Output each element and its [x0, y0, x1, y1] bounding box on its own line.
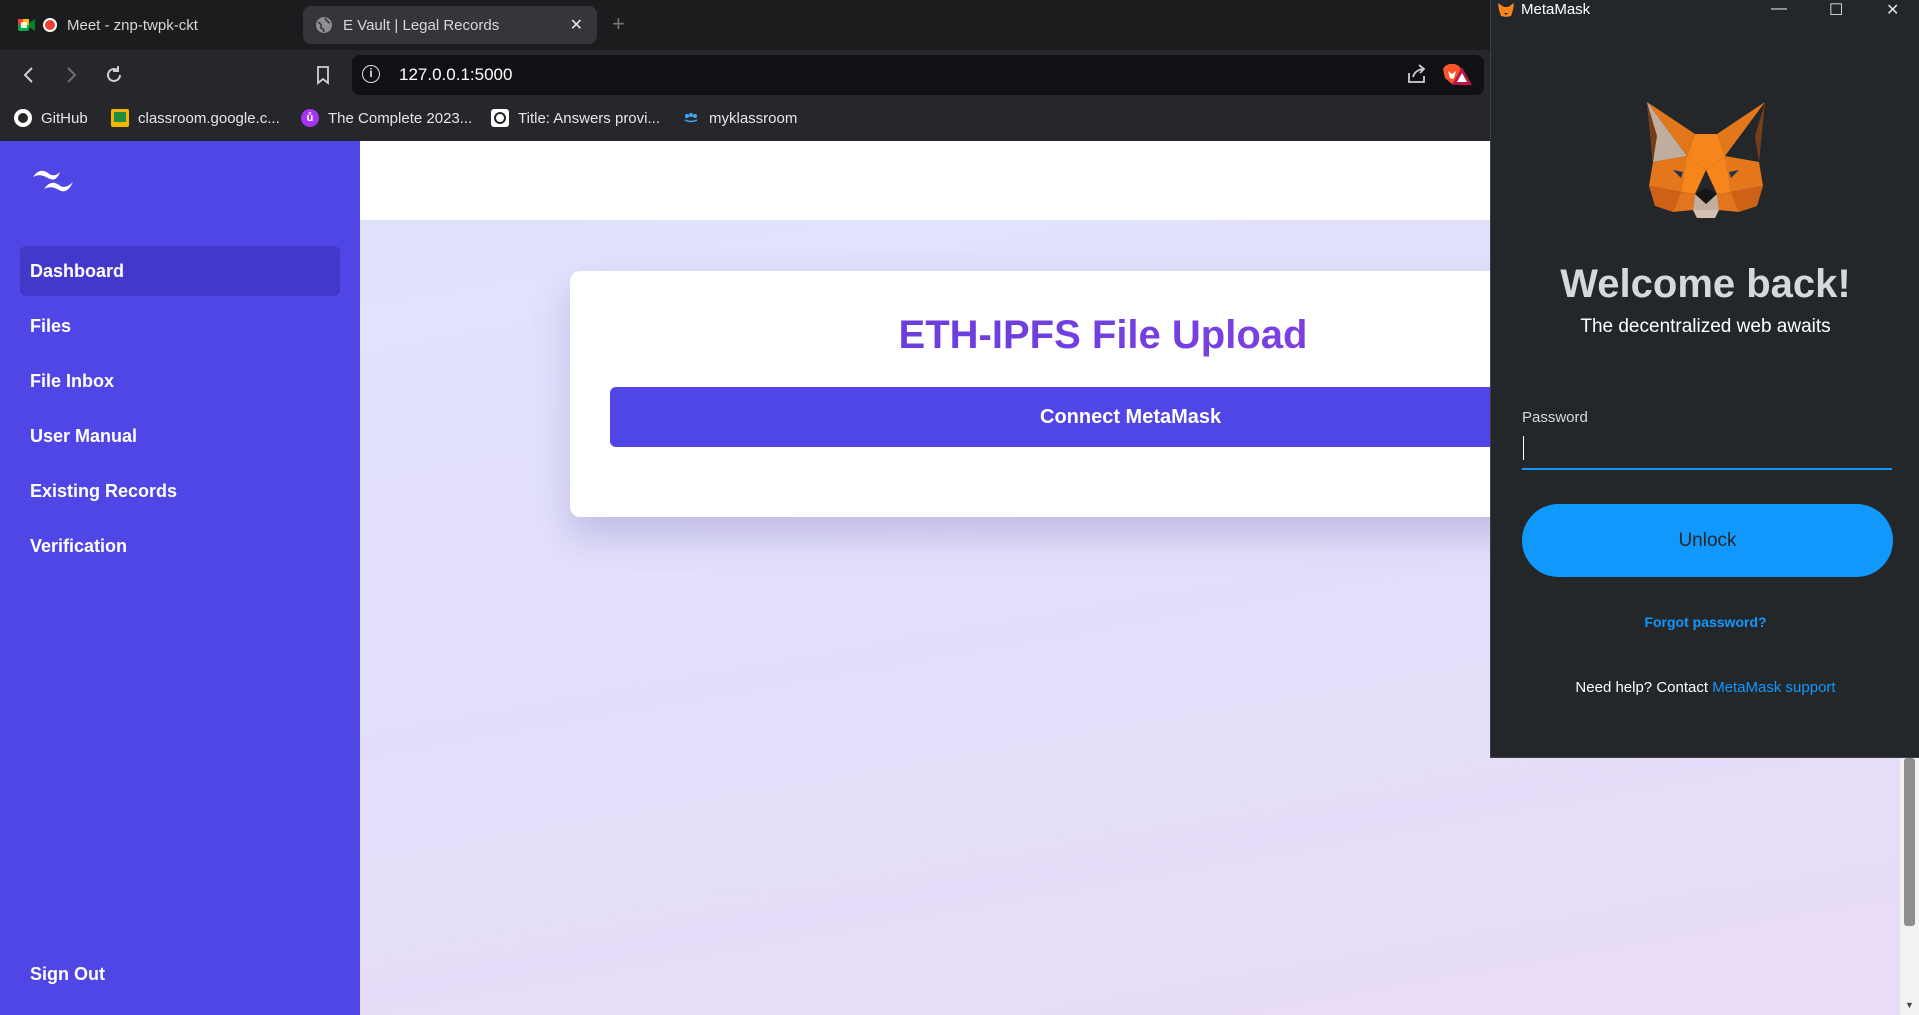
- sidebar: Dashboard Files File Inbox User Manual E…: [0, 141, 360, 1015]
- address-bar[interactable]: i 127.0.0.1:5000: [352, 55, 1484, 95]
- scrollbar-thumb[interactable]: [1904, 758, 1915, 926]
- close-tab-icon[interactable]: ✕: [570, 15, 583, 35]
- sidebar-item-files[interactable]: Files: [20, 301, 340, 351]
- tab-evault[interactable]: E Vault | Legal Records ✕: [303, 6, 597, 44]
- bookmark-udemy[interactable]: ů The Complete 2023...: [301, 109, 472, 127]
- help-text-prefix: Need help? Contact: [1575, 679, 1713, 696]
- password-input[interactable]: [1522, 430, 1892, 470]
- back-icon[interactable]: [18, 64, 40, 86]
- metamask-popup-window: MetaMask — ☐ ✕ Welcome back! The decentr…: [1490, 0, 1919, 758]
- globe-icon: [316, 17, 332, 33]
- sidebar-item-file-inbox[interactable]: File Inbox: [20, 356, 340, 406]
- maximize-icon[interactable]: ☐: [1829, 0, 1843, 20]
- bookmark-github[interactable]: GitHub: [14, 109, 88, 127]
- sidebar-item-verification[interactable]: Verification: [20, 521, 340, 571]
- password-label: Password: [1522, 409, 1588, 426]
- minimize-icon[interactable]: —: [1771, 0, 1787, 18]
- brave-rewards-icon[interactable]: [1451, 66, 1473, 86]
- sidebar-item-dashboard[interactable]: Dashboard: [20, 246, 340, 296]
- sign-out-button[interactable]: Sign Out: [20, 949, 340, 999]
- share-icon[interactable]: [1406, 64, 1428, 84]
- scroll-down-arrow-icon[interactable]: ▼: [1905, 1000, 1914, 1010]
- welcome-subtitle: The decentralized web awaits: [1580, 316, 1831, 337]
- chatgpt-icon: [491, 109, 509, 127]
- close-window-icon[interactable]: ✕: [1886, 0, 1899, 20]
- text-caret: [1523, 436, 1524, 460]
- bookmarks-bar: GitHub classroom.google.c... ů The Compl…: [0, 99, 1490, 141]
- metamask-support-link[interactable]: MetaMask support: [1712, 679, 1835, 696]
- bookmark-label: classroom.google.c...: [138, 109, 280, 127]
- connect-metamask-button[interactable]: Connect MetaMask: [610, 387, 1640, 447]
- tailwind-logo-icon: [33, 170, 73, 192]
- metamask-fox-logo: [1647, 102, 1765, 218]
- bookmark-myklassroom[interactable]: myklassroom: [682, 109, 797, 127]
- bookmark-label: GitHub: [41, 109, 88, 127]
- site-info-icon[interactable]: i: [362, 65, 380, 83]
- recording-indicator-icon: [43, 18, 57, 32]
- new-tab-icon[interactable]: +: [612, 11, 625, 37]
- metamask-fox-small-icon: [1498, 3, 1514, 17]
- udemy-icon: ů: [301, 109, 319, 127]
- myklassroom-icon: [682, 109, 700, 127]
- bookmark-icon[interactable]: [312, 64, 334, 86]
- sidebar-item-user-manual[interactable]: User Manual: [20, 411, 340, 461]
- google-meet-icon: [18, 19, 35, 31]
- sidebar-item-existing-records[interactable]: Existing Records: [20, 466, 340, 516]
- bookmark-label: The Complete 2023...: [328, 109, 473, 127]
- tab-meet[interactable]: Meet - znp-twpk-ckt: [18, 6, 288, 44]
- page-scrollbar[interactable]: ▼: [1900, 752, 1919, 1015]
- help-text: Need help? Contact MetaMask support: [1491, 679, 1919, 696]
- classroom-icon: [111, 109, 129, 127]
- forward-icon[interactable]: [60, 64, 82, 86]
- bookmark-label: Title: Answers provi...: [518, 109, 660, 127]
- tab-label: Meet - znp-twpk-ckt: [67, 16, 198, 34]
- bookmark-classroom[interactable]: classroom.google.c...: [111, 109, 280, 127]
- github-icon: [14, 109, 32, 127]
- bookmark-chatgpt[interactable]: Title: Answers provi...: [491, 109, 660, 127]
- welcome-heading: Welcome back!: [1560, 262, 1851, 306]
- page-title: ETH-IPFS File Upload: [570, 313, 1636, 358]
- forgot-password-link[interactable]: Forgot password?: [1491, 614, 1919, 630]
- unlock-button[interactable]: Unlock: [1522, 504, 1893, 577]
- tab-label: E Vault | Legal Records: [343, 16, 500, 34]
- bookmark-label: myklassroom: [709, 109, 798, 127]
- url-text[interactable]: 127.0.0.1:5000: [399, 65, 512, 85]
- reload-icon[interactable]: [103, 64, 125, 86]
- window-title: MetaMask: [1521, 1, 1591, 18]
